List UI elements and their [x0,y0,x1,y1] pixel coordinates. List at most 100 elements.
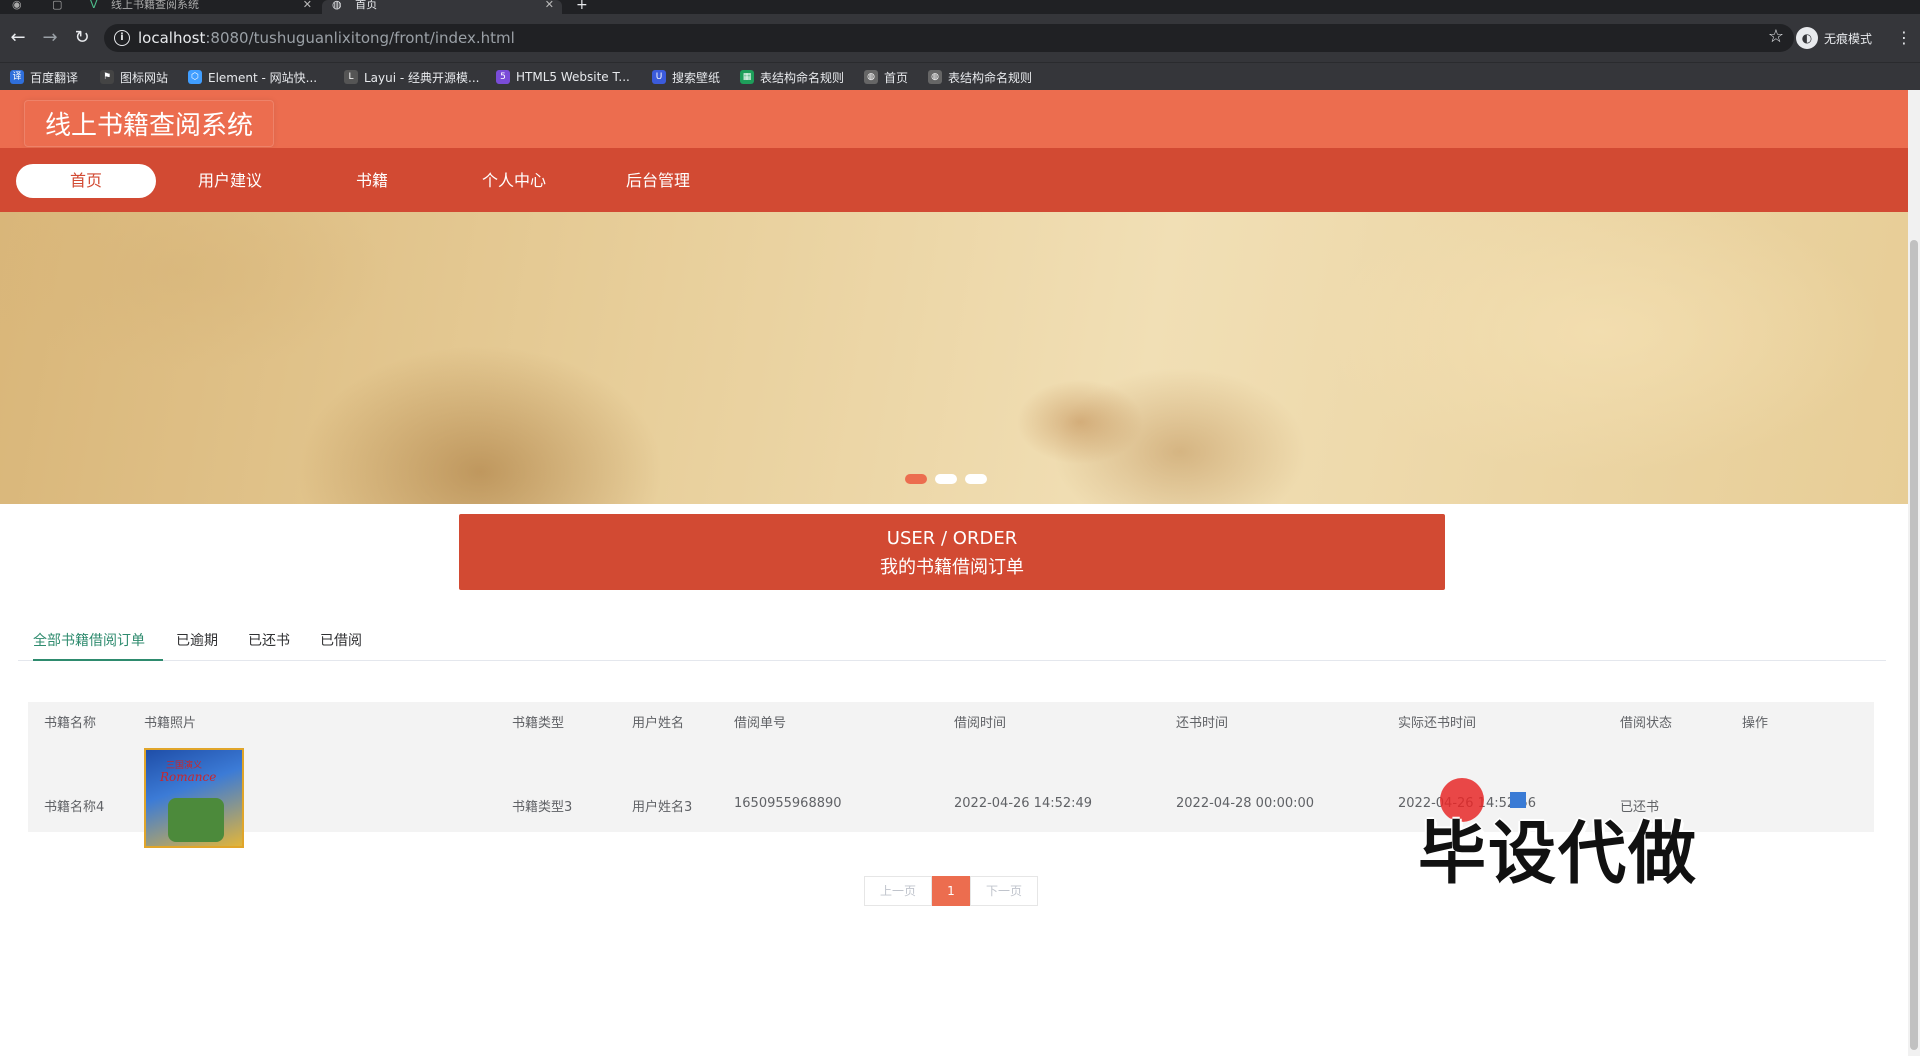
cell-borrow-time: 2022-04-26 14:52:49 [954,796,1093,811]
new-tab-button[interactable]: + [576,0,592,14]
column-header: 书籍类型 [512,716,565,731]
bookmark-label: HTML5 Website T... [516,70,630,84]
browser-menu-icon[interactable]: ⋮ [1896,28,1912,47]
sheet-icon: ▦ [740,70,754,84]
layui-icon: L [344,70,358,84]
bookmark-label: Element - 网站快... [208,70,318,85]
scrollbar-thumb[interactable] [1910,240,1918,1050]
book-cover-image[interactable]: 三国演义 Romance [144,748,244,848]
bookmark-label: 首页 [884,70,909,85]
tab-returned[interactable]: 已还书 [248,626,290,659]
column-header: 借阅状态 [1620,716,1673,731]
cell-user-name: 用户姓名3 [632,800,693,815]
nav-item-admin[interactable]: 后台管理 [588,164,728,198]
nav-item-suggestions[interactable]: 用户建议 [160,164,300,198]
watermark-text: 毕设代做 [1418,815,1699,894]
element-icon: ⬡ [188,70,202,84]
bookmark-label: 表结构命名规则 [948,70,1033,85]
section-title-zh: 我的书籍借阅订单 [880,557,1024,578]
globe-icon: ◍ [928,70,942,84]
cell-return-time: 2022-04-28 00:00:00 [1176,796,1315,811]
bookmark-label: 搜索壁纸 [672,70,721,85]
back-arrow-icon[interactable]: ← [6,26,30,50]
browser-tab-strip: ◉ ▢ V 线上书籍查阅系统 ✕ ◍ 首页 ✕ + [0,0,1920,14]
site-title[interactable]: 线上书籍查阅系统 [24,100,275,147]
vue-icon: V [90,0,98,11]
order-tabs: 全部书籍借阅订单 已逾期 已还书 已借阅 [18,626,1886,661]
section-title-en: USER / ORDER [886,528,1018,549]
forward-arrow-icon[interactable]: → [38,26,62,50]
page-scrollbar[interactable] [1908,90,1920,1056]
column-header: 用户姓名 [632,716,685,731]
book-cover-illustration [168,798,224,842]
close-tab-icon[interactable]: ✕ [545,0,554,10]
column-header: 实际还书时间 [1398,716,1477,731]
bookmark-star-icon[interactable]: ☆ [1768,26,1784,47]
bookmark-item[interactable]: ⚑ 图标网站 [100,63,168,91]
wallpaper-icon: U [652,70,666,84]
flag-icon: ⚑ [100,70,114,84]
cell-book-name: 书籍名称4 [44,800,105,815]
web-page: 线上书籍查阅系统 首页 用户建议 书籍 个人中心 后台管理 USER / ORD… [0,90,1908,1056]
tab-all-orders[interactable]: 全部书籍借阅订单 [33,626,163,661]
reload-icon[interactable]: ↻ [70,26,94,50]
bookmark-label: 表结构命名规则 [760,70,845,85]
close-tab-icon[interactable]: ✕ [303,0,312,10]
globe-icon: ◍ [864,70,878,84]
site-header: 线上书籍查阅系统 [0,90,1908,148]
carousel-dot[interactable] [905,474,927,484]
carousel-dot[interactable] [935,474,957,484]
url-host: localhost [138,29,206,47]
info-icon[interactable]: i [114,30,130,46]
column-header: 书籍照片 [144,716,197,731]
incognito-icon: ◐ [1796,27,1818,49]
browser-tab-title: 线上书籍查阅系统 [111,0,200,11]
tab-overdue[interactable]: 已逾期 [176,626,218,659]
cell-book-type: 书籍类型3 [512,800,573,815]
main-nav: 首页 用户建议 书籍 个人中心 后台管理 [0,148,1908,212]
banner-carousel[interactable] [0,212,1908,504]
pagination: 上一页 1 下一页 [864,876,1038,906]
column-header: 操作 [1742,716,1769,731]
url-text[interactable]: localhost:8080/tushuguanlixitong/front/i… [138,29,515,47]
next-page-button[interactable]: 下一页 [970,876,1038,906]
column-header: 书籍名称 [44,716,97,731]
bookmark-label: 图标网站 [120,70,169,85]
page-number-button[interactable]: 1 [932,876,970,906]
bookmark-item[interactable]: ◍ 首页 [864,63,908,91]
browser-tab-1[interactable]: V 线上书籍查阅系统 ✕ [90,0,312,14]
bookmark-item[interactable]: U 搜索壁纸 [652,63,720,91]
column-header: 借阅时间 [954,716,1007,731]
nav-item-personal-center[interactable]: 个人中心 [444,164,584,198]
bookmark-item[interactable]: ◍ 表结构命名规则 [928,63,1032,91]
address-bar[interactable]: i localhost:8080/tushuguanlixitong/front… [104,24,1794,52]
carousel-indicators [905,474,987,484]
bookmark-item[interactable]: 5 HTML5 Website T... [496,63,630,91]
browser-tab-title: 首页 [355,0,378,11]
tab-borrowed[interactable]: 已借阅 [320,626,362,659]
bookmarks-bar: 译百度翻译 ⚑ 图标网站 ⬡ Element - 网站快... L Layui - 经… [0,62,1920,91]
bookmark-item[interactable]: ⬡ Element - 网站快... [188,63,317,91]
bookmark-item[interactable]: ▦ 表结构命名规则 [740,63,844,91]
translate-icon: 译 [10,70,24,84]
browser-toolbar: ← → ↻ i localhost:8080/tushuguanlixitong… [0,14,1920,62]
book-cover-subtitle: Romance [160,770,217,784]
column-header: 还书时间 [1176,716,1229,731]
incognito-label: 无痕模式 [1824,31,1873,46]
carousel-dot[interactable] [965,474,987,484]
browser-tab-2[interactable]: ◍ 首页 ✕ [322,0,562,14]
nav-item-home[interactable]: 首页 [16,164,156,198]
window-icon[interactable]: ▢ [52,0,68,14]
nav-item-books[interactable]: 书籍 [302,164,442,198]
bookmark-label: Layui - 经典开源模... [364,70,480,85]
url-path: :8080/tushuguanlixitong/front/index.html [205,29,515,47]
bookmark-item[interactable]: L Layui - 经典开源模... [344,63,479,91]
bookmark-item[interactable]: 译百度翻译 [10,63,78,91]
incognito-indicator[interactable]: ◐ 无痕模式 [1796,24,1872,52]
chrome-icon: ◉ [12,0,22,11]
bookmark-label: 百度翻译 [30,70,79,85]
prev-page-button[interactable]: 上一页 [864,876,932,906]
section-title-banner: USER / ORDER 我的书籍借阅订单 [459,514,1445,590]
cell-order-number: 1650955968890 [734,796,842,811]
globe-icon: ◍ [332,0,342,11]
